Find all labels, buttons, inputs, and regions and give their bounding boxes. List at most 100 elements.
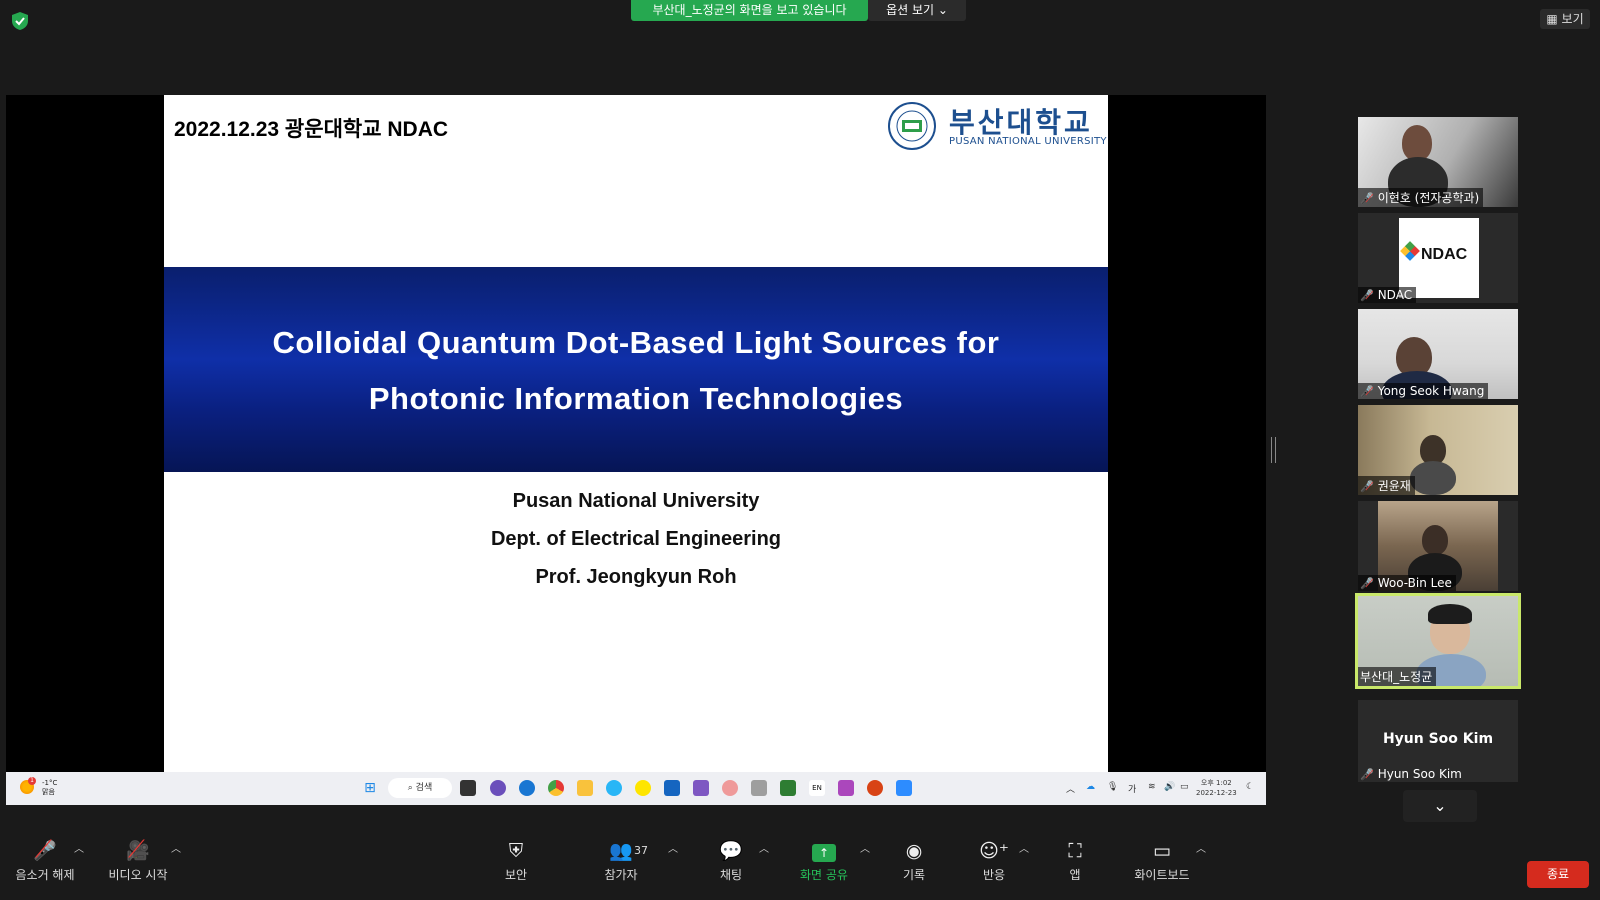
weather-temperature: -1°C	[42, 779, 58, 787]
notification-moon-icon[interactable]: ☾	[1246, 782, 1254, 792]
mic-muted-icon: 🎤̸	[1360, 192, 1374, 205]
apps-icon: ⛶	[1068, 840, 1082, 862]
teams-chat-icon[interactable]	[490, 780, 506, 796]
weather-condition: 맑음	[42, 788, 55, 796]
ndac-logo: NDAC	[1399, 218, 1479, 298]
clock-date: 2022-12-23	[1196, 789, 1237, 797]
security-button[interactable]: ⛨ 보안	[471, 828, 561, 883]
kakaotalk-icon[interactable]	[635, 780, 651, 796]
file-explorer-icon[interactable]	[577, 780, 593, 796]
university-seal-icon	[888, 102, 936, 150]
language-app-icon[interactable]: EN	[809, 780, 825, 796]
video-options-caret-icon[interactable]: ︿	[171, 840, 181, 855]
network-app-icon[interactable]	[606, 780, 622, 796]
participant-name-label: 🎤̸ Hyun Soo Kim	[1358, 766, 1466, 782]
record-icon: ◉	[905, 840, 923, 862]
download-app-icon[interactable]	[780, 780, 796, 796]
chrome-browser-icon[interactable]	[548, 780, 564, 796]
whiteboard-label: 화이트보드	[1134, 868, 1190, 882]
chat-label: 채팅	[719, 868, 743, 882]
media-app-icon[interactable]	[693, 780, 709, 796]
search-icon: ⌕	[407, 783, 416, 793]
participant-name: NDAC	[1377, 288, 1413, 302]
participants-options-caret-icon[interactable]: ︿	[668, 840, 678, 855]
ime-language-indicator[interactable]: 가	[1128, 782, 1136, 795]
mail-icon[interactable]	[664, 780, 680, 796]
reactions-options-caret-icon[interactable]: ︿	[1019, 840, 1029, 855]
slide-title-line-2: Photonic Information Technologies	[368, 381, 904, 416]
chat-button[interactable]: 💬 채팅	[686, 828, 776, 883]
whiteboard-options-caret-icon[interactable]: ︿	[1196, 840, 1206, 855]
reactions-button[interactable]: ☺⁺ 반응	[949, 828, 1039, 883]
onedrive-cloud-icon[interactable]: ☁	[1086, 782, 1095, 792]
share-screen-label: 화면 공유	[800, 868, 848, 882]
security-label: 보안	[504, 868, 528, 882]
volume-icon[interactable]: 🔊	[1164, 782, 1175, 792]
whiteboard-button[interactable]: ▭ 화이트보드	[1117, 828, 1207, 883]
university-logo-korean: 부산대학교	[949, 106, 1093, 139]
whiteboard-icon: ▭	[1153, 840, 1171, 862]
participant-name-label: 부산대_노정균	[1358, 667, 1437, 686]
edge-browser-icon[interactable]	[519, 780, 535, 796]
apps-button[interactable]: ⛶ 앱	[1030, 828, 1120, 883]
powerpoint-icon[interactable]	[867, 780, 883, 796]
viewing-share-banner: 부산대_노정균의 화면을 보고 있습니다	[631, 0, 868, 21]
participant-tile-no-video[interactable]: Hyun Soo Kim 🎤̸ Hyun Soo Kim	[1358, 700, 1518, 782]
shared-taskbar: 1 -1°C 맑음 ⊞ ⌕ 검색 EN ︿ ☁ 🎙 가 ≋ 🔊 ▭ 오후 1:0…	[6, 772, 1266, 805]
grid-view-icon: ▦	[1546, 12, 1558, 26]
slide-presenter: Prof. Jeongkyun Roh	[535, 566, 737, 588]
panel-resize-handle[interactable]	[1271, 437, 1276, 463]
participants-icon: 👥 37	[609, 840, 648, 862]
meeting-toolbar: 🎤 ⟋ 음소거 해제 ︿ 🎥 ⟋ 비디오 시작 ︿ ⛨ 보안 👥 37 참가자 ︿ 💬…	[0, 828, 1600, 900]
record-label: 기록	[902, 868, 926, 882]
audio-options-caret-icon[interactable]: ︿	[74, 840, 84, 855]
active-speaker-tile[interactable]: 부산대_노정균	[1355, 593, 1521, 689]
participant-tile[interactable]: 🎤̸ Woo-Bin Lee	[1358, 501, 1518, 591]
slide-department: Dept. of Electrical Engineering	[490, 528, 782, 550]
participant-display-name: Hyun Soo Kim	[1382, 731, 1494, 747]
taskbar-clock[interactable]: 오후 1:02 2022-12-23	[1196, 778, 1237, 798]
mic-muted-icon: 🎤̸	[1360, 768, 1374, 781]
apps-label: 앱	[1069, 868, 1081, 882]
clock-time: 오후 1:02	[1200, 779, 1232, 787]
unmute-label: 음소거 해제	[15, 868, 75, 882]
gallery-scroll-down-button[interactable]: ⌄	[1403, 790, 1477, 822]
participants-count: 37	[634, 844, 648, 857]
windows-start-icon[interactable]: ⊞	[362, 780, 378, 796]
start-video-button[interactable]: 🎥 ⟋ 비디오 시작	[93, 828, 183, 883]
snipping-tool-icon[interactable]	[838, 780, 854, 796]
battery-icon[interactable]: ▭	[1180, 782, 1189, 792]
participants-button[interactable]: 👥 37 참가자	[576, 828, 666, 883]
participant-name-label: 🎤̸ Woo-Bin Lee	[1358, 575, 1456, 591]
participant-name: 권윤재	[1377, 479, 1411, 493]
record-button[interactable]: ◉ 기록	[869, 828, 959, 883]
mic-muted-icon: 🎤̸	[1360, 385, 1374, 398]
zoom-app-icon[interactable]	[896, 780, 912, 796]
participant-tile[interactable]: 🎤̸ 이현호 (전자공학과)	[1358, 117, 1518, 207]
university-logo-english: PUSAN NATIONAL UNIVERSITY	[949, 136, 1107, 147]
wifi-icon[interactable]: ≋	[1148, 782, 1156, 792]
participant-tile[interactable]: NDAC 🎤̸ NDAC	[1358, 213, 1518, 303]
chat-options-caret-icon[interactable]: ︿	[759, 840, 769, 855]
unmute-button[interactable]: 🎤 ⟋ 음소거 해제	[0, 828, 90, 883]
view-layout-button[interactable]: ▦ 보기	[1540, 9, 1590, 29]
view-label: 보기	[1561, 12, 1584, 26]
participants-label: 참가자	[604, 868, 638, 882]
participant-tile[interactable]: 🎤̸ 권윤재	[1358, 405, 1518, 495]
paint-app-icon[interactable]	[722, 780, 738, 796]
participant-name-label: 🎤̸ Yong Seok Hwang	[1358, 383, 1489, 399]
microphone-tray-icon[interactable]: 🎙	[1107, 782, 1118, 792]
taskbar-search-label: 검색	[415, 783, 433, 793]
share-screen-icon: ↑	[779, 838, 869, 864]
weather-badge: 1	[28, 777, 36, 785]
tray-chevron-up-icon[interactable]: ︿	[1066, 782, 1075, 795]
share-screen-button[interactable]: ↑ 화면 공유	[779, 828, 869, 883]
taskbar-search[interactable]: ⌕ 검색	[388, 778, 452, 798]
end-meeting-button[interactable]: 종료	[1527, 861, 1589, 888]
mic-muted-icon: 🎤̸	[1360, 480, 1374, 493]
participant-name-label: 🎤̸ NDAC	[1358, 287, 1417, 303]
task-view-icon[interactable]	[460, 780, 476, 796]
printer-app-icon[interactable]	[751, 780, 767, 796]
participant-tile[interactable]: 🎤̸ Yong Seok Hwang	[1358, 309, 1518, 399]
view-options-button[interactable]: 옵션 보기 ⌄	[868, 0, 966, 21]
